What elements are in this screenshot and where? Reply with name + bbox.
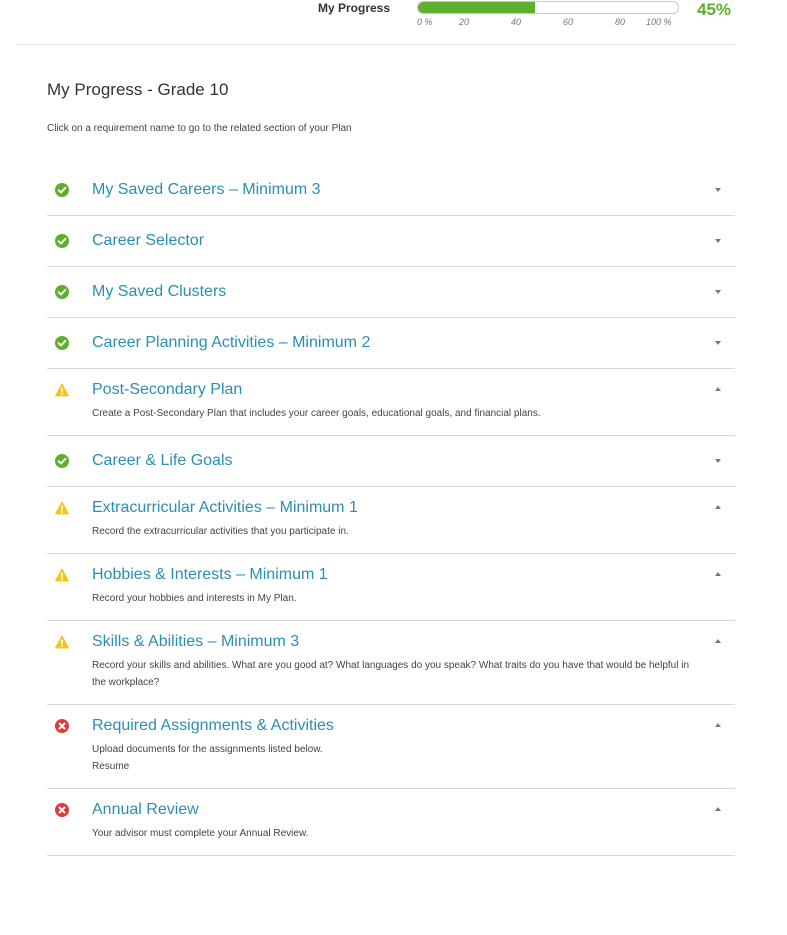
caret-up-icon[interactable] xyxy=(715,723,721,727)
requirement-header[interactable]: My Saved Clusters xyxy=(47,267,735,317)
progress-tick-label: 40 xyxy=(511,17,522,27)
requirement-item: Hobbies & Interests – Minimum 1 Record yo… xyxy=(47,554,735,621)
requirement-item: Career Selector xyxy=(47,216,735,267)
requirement-header[interactable]: Post-Secondary Plan xyxy=(47,369,735,411)
requirement-link[interactable]: Hobbies & Interests – Minimum 1 xyxy=(92,566,328,584)
requirement-link[interactable]: Annual Review xyxy=(92,801,199,819)
caret-up-icon[interactable] xyxy=(715,639,721,643)
requirement-header[interactable]: My Saved Careers – Minimum 3 xyxy=(47,165,735,215)
check-circle-icon xyxy=(55,183,69,197)
progress-bar xyxy=(417,1,679,14)
check-circle-icon xyxy=(55,454,69,468)
caret-up-icon[interactable] xyxy=(715,572,721,576)
requirement-item: Extracurricular Activities – Minimum 1 Re… xyxy=(47,487,735,554)
progress-tick-label: 60 xyxy=(563,17,574,27)
requirement-header[interactable]: Career Planning Activities – Minimum 2 xyxy=(47,318,735,368)
progress-header: My Progress 0 % 20 40 60 80 100 % 45% xyxy=(0,0,787,45)
progress-tick-label: 80 xyxy=(615,17,626,27)
requirement-link[interactable]: Skills & Abilities – Minimum 3 xyxy=(92,633,299,651)
requirement-item: My Saved Careers – Minimum 3 xyxy=(47,165,735,216)
error-circle-icon xyxy=(55,719,69,733)
progress-bar-fill xyxy=(418,2,535,13)
progress-tick-label: 100 % xyxy=(646,17,672,27)
requirement-link[interactable]: My Saved Careers – Minimum 3 xyxy=(92,181,321,199)
requirement-item: Annual Review Your advisor must complete … xyxy=(47,789,735,856)
progress-tick-label: 0 % xyxy=(417,17,433,27)
check-circle-icon xyxy=(55,285,69,299)
instructions-text: Click on a requirement name to go to the… xyxy=(47,123,352,134)
requirement-item: Required Assignments & Activities Upload … xyxy=(47,705,735,789)
requirement-header[interactable]: Career & Life Goals xyxy=(47,436,735,486)
progress-label: My Progress xyxy=(318,1,391,15)
requirement-header[interactable]: Skills & Abilities – Minimum 3 xyxy=(47,621,735,663)
warning-triangle-icon xyxy=(55,383,69,397)
requirement-item: Career Planning Activities – Minimum 2 xyxy=(47,318,735,369)
progress-scale: 0 % 20 40 60 80 100 % xyxy=(417,17,679,29)
page-title: My Progress - Grade 10 xyxy=(47,80,229,99)
requirement-link[interactable]: Post-Secondary Plan xyxy=(92,381,242,399)
requirement-item: My Saved Clusters xyxy=(47,267,735,318)
caret-down-icon[interactable] xyxy=(715,239,721,243)
divider xyxy=(17,44,735,45)
description-line: Resume xyxy=(92,761,130,772)
requirement-description: Upload documents for the assignments lis… xyxy=(47,741,735,788)
progress-percent: 45% xyxy=(697,0,732,19)
requirement-link[interactable]: Career & Life Goals xyxy=(92,452,233,470)
caret-up-icon[interactable] xyxy=(715,807,721,811)
requirement-item: Skills & Abilities – Minimum 3 Record you… xyxy=(47,621,735,705)
requirements-list: My Saved Careers – Minimum 3 Career Selec… xyxy=(47,165,735,856)
requirement-link[interactable]: Career Planning Activities – Minimum 2 xyxy=(92,334,370,352)
requirement-item: Career & Life Goals xyxy=(47,436,735,487)
requirement-header[interactable]: Hobbies & Interests – Minimum 1 xyxy=(47,554,735,596)
caret-down-icon[interactable] xyxy=(715,459,721,463)
requirement-header[interactable]: Extracurricular Activities – Minimum 1 xyxy=(47,487,735,529)
requirement-header[interactable]: Annual Review xyxy=(47,789,735,831)
requirement-header[interactable]: Career Selector xyxy=(47,216,735,266)
requirement-item: Post-Secondary Plan Create a Post-Seconda… xyxy=(47,369,735,436)
error-circle-icon xyxy=(55,803,69,817)
requirement-link[interactable]: Extracurricular Activities – Minimum 1 xyxy=(92,499,358,517)
progress-tick-label: 20 xyxy=(459,17,470,27)
caret-up-icon[interactable] xyxy=(715,387,721,391)
check-circle-icon xyxy=(55,336,69,350)
warning-triangle-icon xyxy=(55,568,69,582)
requirement-description: Record your skills and abilities. What a… xyxy=(47,657,735,704)
requirement-link[interactable]: Required Assignments & Activities xyxy=(92,717,334,735)
caret-down-icon[interactable] xyxy=(715,290,721,294)
requirement-link[interactable]: Career Selector xyxy=(92,232,204,250)
caret-up-icon[interactable] xyxy=(715,505,721,509)
caret-down-icon[interactable] xyxy=(715,188,721,192)
warning-triangle-icon xyxy=(55,501,69,515)
requirement-link[interactable]: My Saved Clusters xyxy=(92,283,226,301)
check-circle-icon xyxy=(55,234,69,248)
caret-down-icon[interactable] xyxy=(715,341,721,345)
requirement-header[interactable]: Required Assignments & Activities xyxy=(47,705,735,747)
warning-triangle-icon xyxy=(55,635,69,649)
